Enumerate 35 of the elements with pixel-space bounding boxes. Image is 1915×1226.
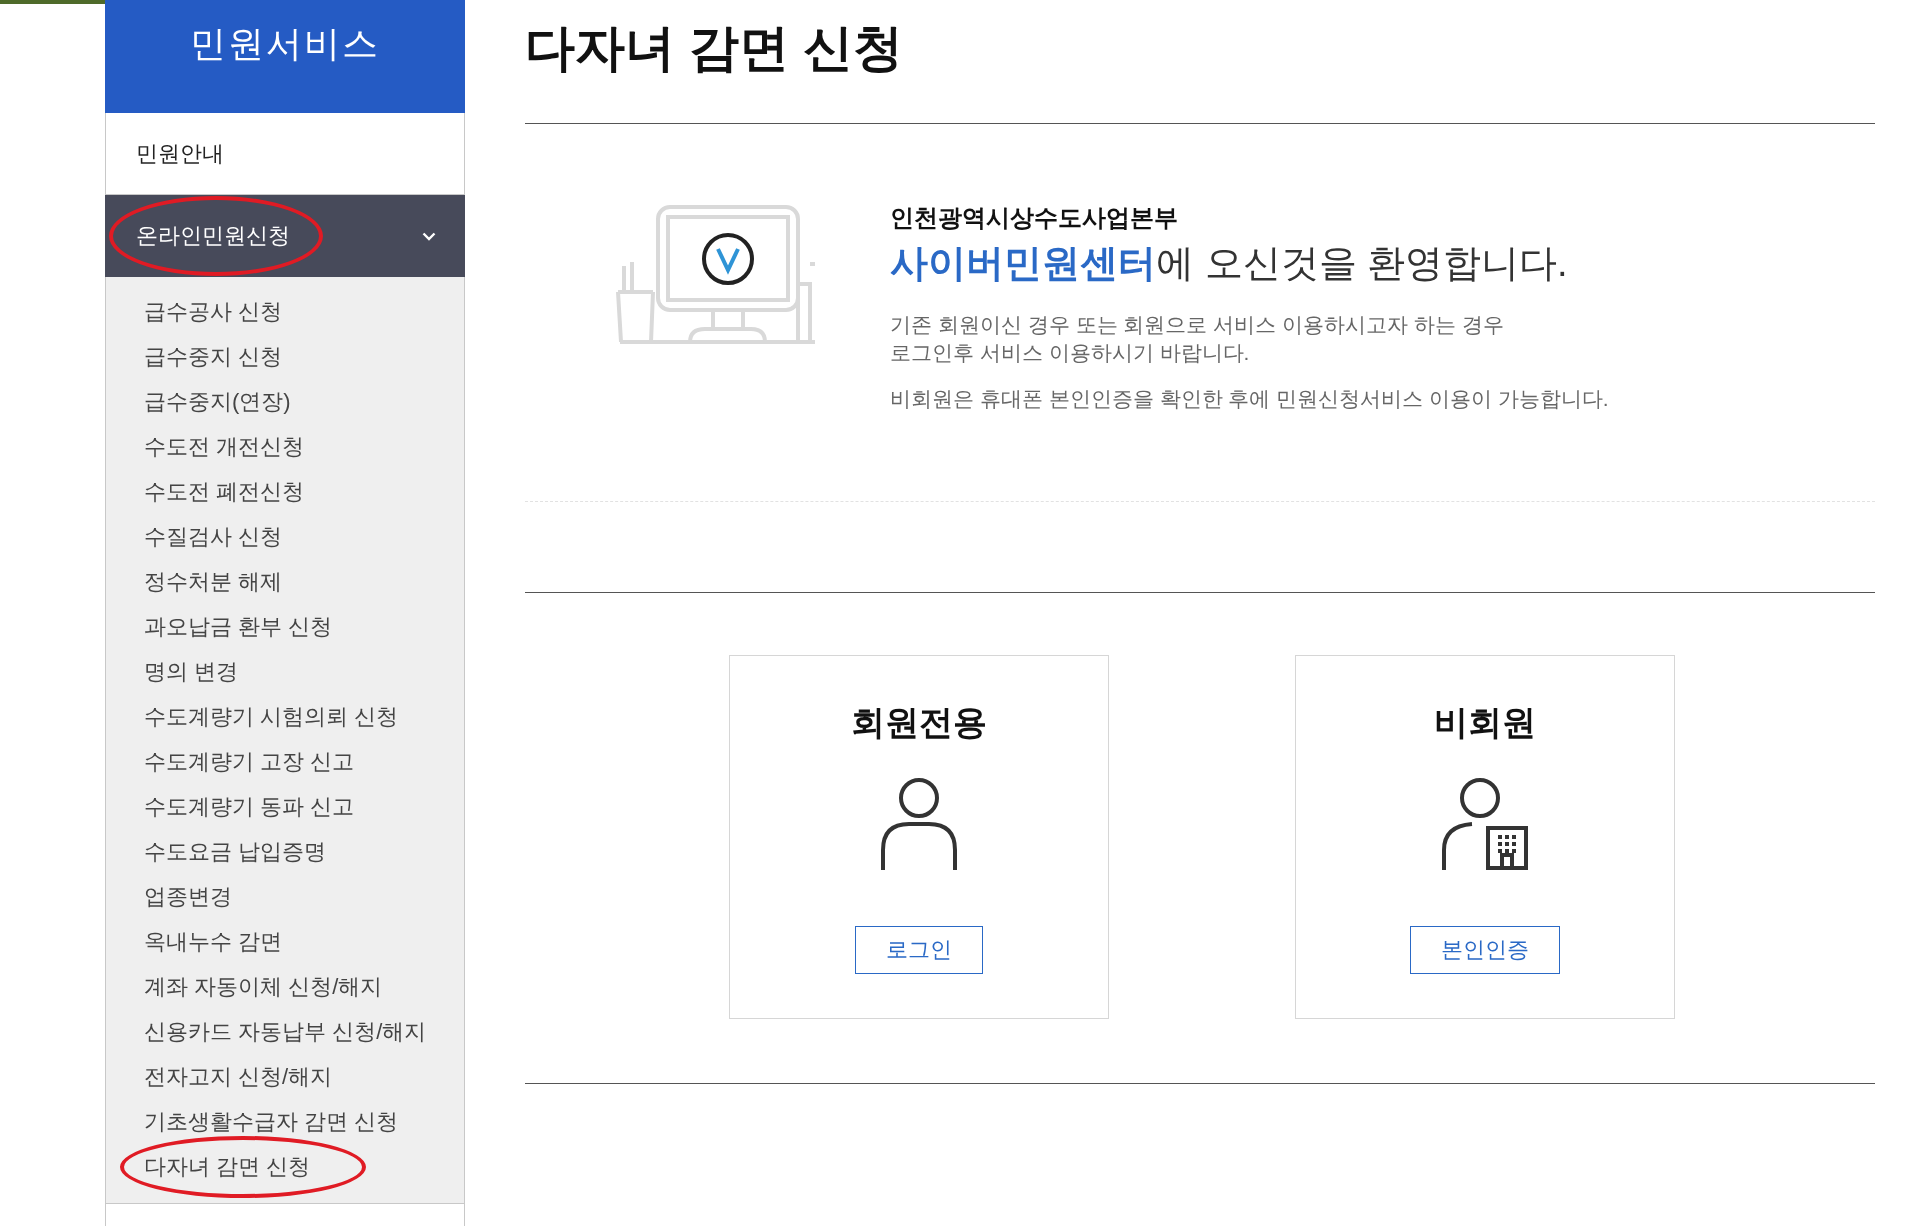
page-title: 다자녀 감면 신청 xyxy=(525,19,904,78)
submenu-item[interactable]: 수도계량기 동파 신고 xyxy=(144,784,355,829)
submenu-item[interactable]: 신용카드 자동납부 신청/해지 xyxy=(144,1009,427,1054)
sidebar-item[interactable]: 온라인민원신청 xyxy=(105,195,465,277)
submenu-item[interactable]: 급수중지(연장) xyxy=(144,379,291,424)
submenu-item[interactable]: 다자녀 감면 신청 xyxy=(144,1144,311,1189)
organization-name: 인천광역시상수도사업본부 xyxy=(890,203,1179,233)
submenu-item[interactable]: 계좌 자동이체 신청/해지 xyxy=(144,964,383,1009)
submenu-item[interactable]: 과오납금 환부 신청 xyxy=(144,604,333,649)
person-icon xyxy=(881,778,957,870)
info-paragraph: 비회원은 휴대폰 본인인증을 확인한 후에 민원신청서비스 이용이 가능합니다. xyxy=(890,386,1609,412)
submenu-item[interactable]: 명의 변경 xyxy=(144,649,239,694)
submenu-item[interactable]: 옥내누수 감면 xyxy=(144,919,283,964)
welcome-headline: 사이버민원센터에 오신것을 환영합니다. xyxy=(890,241,1569,286)
submenu-item[interactable]: 업종변경 xyxy=(144,874,232,919)
submenu-item[interactable]: 정수처분 해제 xyxy=(144,559,283,604)
submenu-item[interactable]: 수도계량기 고장 신고 xyxy=(144,739,355,784)
submenu-item[interactable]: 전자고지 신청/해지 xyxy=(144,1054,333,1099)
sidebar-title: 민원서비스 xyxy=(190,22,380,66)
submenu-item[interactable]: 수도전 개전신청 xyxy=(144,424,305,469)
submenu-item[interactable]: 급수중지 신청 xyxy=(144,334,283,379)
card-title: 회원전용 xyxy=(851,702,987,743)
info-paragraph: 기존 회원이신 경우 또는 회원으로 서비스 이용하시고자 하는 경우 로그인후 서비스 이용하시기 바랍니다. xyxy=(890,312,1505,366)
card-title: 비회원 xyxy=(1434,702,1536,743)
computer-monitor-icon xyxy=(615,204,815,344)
submenu-item[interactable]: 수도계량기 시험의뢰 신청 xyxy=(144,694,399,739)
chevron-down-icon xyxy=(422,231,436,241)
verify-button[interactable]: 본인인증 xyxy=(1410,926,1560,974)
submenu-item[interactable]: 급수공사 신청 xyxy=(144,289,283,334)
login-button[interactable]: 로그인 xyxy=(855,926,983,974)
submenu-item[interactable]: 기초생활수급자 감면 신청 xyxy=(144,1099,399,1144)
submenu-item[interactable]: 수도요금 납입증명 xyxy=(144,829,327,874)
submenu-item[interactable]: 수질검사 신청 xyxy=(144,514,283,559)
submenu-item[interactable]: 수도전 폐전신청 xyxy=(144,469,305,514)
person-with-building-icon xyxy=(1442,778,1528,870)
